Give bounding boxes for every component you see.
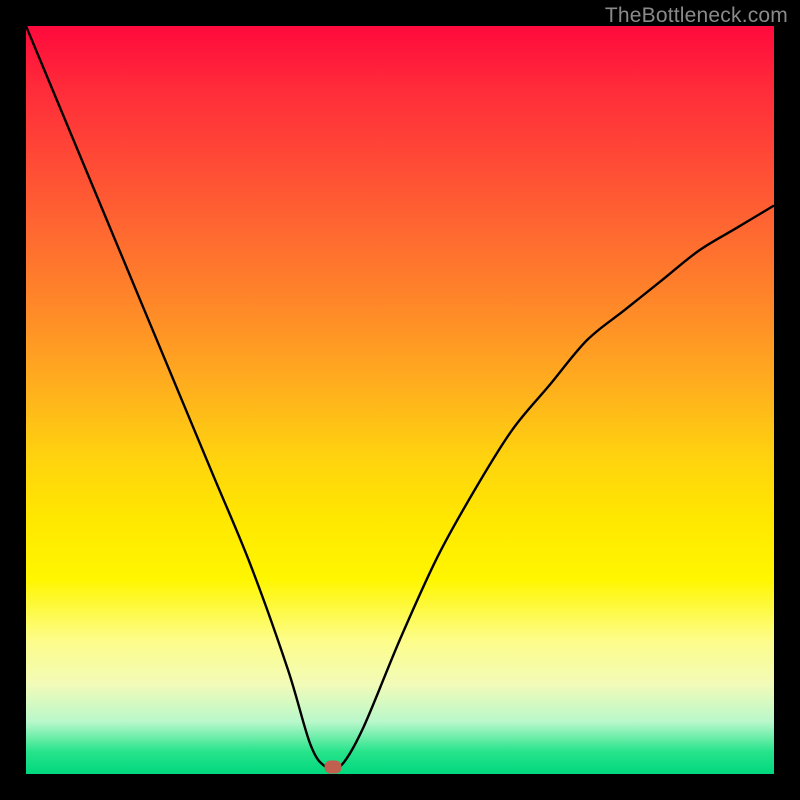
bottleneck-curve [26, 26, 774, 770]
curve-svg [26, 26, 774, 774]
plot-area [26, 26, 774, 774]
optimal-marker [324, 760, 341, 773]
chart-frame: TheBottleneck.com [0, 0, 800, 800]
watermark-text: TheBottleneck.com [605, 4, 788, 28]
